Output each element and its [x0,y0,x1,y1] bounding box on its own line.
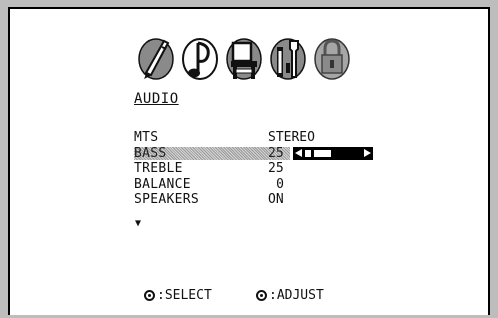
menu-item-label: BALANCE [134,177,191,192]
bass-level-slider[interactable] [293,147,373,160]
features-tools-icon[interactable] [268,29,308,85]
arrow-right-icon[interactable] [364,149,371,157]
menu-item-value: ON [268,192,284,207]
menu-item-label: MTS [134,130,159,145]
adjust-hint: :ADJUST [256,288,324,303]
menu-item-value: STEREO [268,130,315,145]
adjust-button-icon [256,290,267,301]
arrow-left-icon[interactable] [295,149,302,157]
menu-icon-bar [136,29,356,85]
menu-item-label: SPEAKERS [134,192,200,207]
select-button-icon [144,290,155,301]
menu-item-label: BASS [134,146,167,161]
scroll-down-arrow-icon[interactable]: ▼ [135,218,141,229]
slider-marker [311,149,314,158]
menu-item-value: 0 [276,177,284,192]
setup-chair-icon[interactable] [224,29,264,85]
adjust-hint-label: :ADJUST [269,288,324,303]
menu-item-treble[interactable]: TREBLE 25 [134,162,394,176]
menu-item-value: 25 [268,146,284,161]
select-hint-label: :SELECT [157,288,212,303]
menu-title: AUDIO [134,91,179,107]
menu-item-label: TREBLE [134,161,183,176]
slider-fill [331,150,357,157]
menu-item-speakers[interactable]: SPEAKERS ON [134,193,394,207]
select-hint: :SELECT [144,288,212,303]
menu-item-balance[interactable]: BALANCE 0 [134,178,394,192]
menu-item-mts[interactable]: MTS STEREO [134,131,394,145]
lock-icon[interactable] [312,29,352,85]
audio-note-icon[interactable] [180,29,220,85]
picture-brush-icon[interactable] [136,29,176,85]
menu-item-value: 25 [268,161,284,176]
